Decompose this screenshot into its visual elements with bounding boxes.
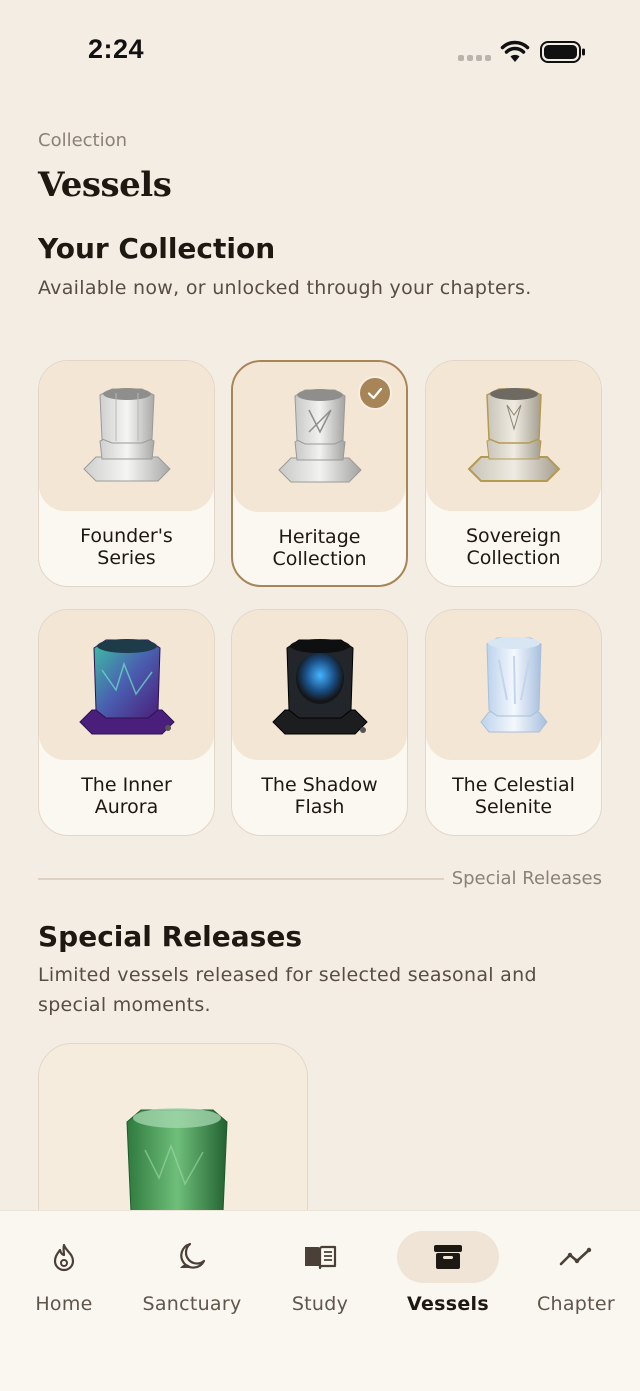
tab-sanctuary[interactable]: Sanctuary bbox=[128, 1229, 256, 1339]
flame-icon bbox=[53, 1243, 75, 1272]
archive-box-icon bbox=[434, 1245, 462, 1269]
bottom-tab-bar: Home Sanctuary Study Vessels Chapter bbox=[0, 1210, 640, 1391]
vessel-name: The Celestial Selenite bbox=[452, 774, 575, 818]
vessel-name: Heritage Collection bbox=[272, 526, 367, 570]
tab-label: Chapter bbox=[536, 1293, 616, 1315]
collection-section-title: Your Collection bbox=[38, 232, 276, 265]
vessel-card-heritage-collection[interactable]: Heritage Collection bbox=[231, 360, 408, 587]
vessel-card-founders-series[interactable]: Founder's Series bbox=[38, 360, 215, 587]
vessel-name: The Inner Aurora bbox=[81, 774, 172, 818]
moon-icon bbox=[180, 1242, 206, 1269]
vessel-card-inner-aurora[interactable]: The Inner Aurora bbox=[38, 609, 215, 836]
wifi-icon bbox=[500, 40, 530, 62]
vessel-card-celestial-selenite[interactable]: The Celestial Selenite bbox=[425, 609, 602, 836]
book-icon bbox=[305, 1245, 337, 1270]
divider-line bbox=[38, 878, 444, 880]
section-divider: Special Releases bbox=[38, 866, 602, 892]
tab-vessels[interactable]: Vessels bbox=[384, 1229, 512, 1339]
special-section-subtitle-line1: Limited vessels released for selected se… bbox=[38, 964, 537, 986]
cellular-signal-icon bbox=[458, 55, 491, 61]
selected-check-icon bbox=[358, 376, 392, 410]
tab-label: Vessels bbox=[407, 1293, 489, 1315]
page-title: Vessels bbox=[38, 165, 172, 205]
special-section-title: Special Releases bbox=[38, 920, 302, 953]
collection-section-subtitle: Available now, or unlocked through your … bbox=[38, 277, 532, 299]
vessel-image bbox=[232, 610, 407, 760]
vessel-card-shadow-flash[interactable]: The Shadow Flash bbox=[231, 609, 408, 836]
trend-line-icon bbox=[559, 1247, 592, 1266]
tab-label: Home bbox=[35, 1293, 93, 1315]
vessel-name: The Shadow Flash bbox=[261, 774, 378, 818]
vessel-image bbox=[426, 610, 601, 760]
tab-label: Study bbox=[291, 1293, 349, 1315]
status-bar: 2:24 bbox=[0, 0, 640, 100]
vessel-image bbox=[39, 361, 214, 511]
breadcrumb-eyebrow: Collection bbox=[38, 130, 128, 151]
divider-label: Special Releases bbox=[451, 868, 602, 889]
vessel-card-sovereign-collection[interactable]: Sovereign Collection bbox=[425, 360, 602, 587]
vessel-name: Sovereign Collection bbox=[465, 525, 562, 569]
status-time: 2:24 bbox=[88, 34, 145, 64]
tab-home[interactable]: Home bbox=[0, 1229, 128, 1339]
tab-chapter[interactable]: Chapter bbox=[512, 1229, 640, 1339]
special-section-subtitle-line2: special moments. bbox=[38, 994, 211, 1016]
vessel-image bbox=[39, 610, 214, 760]
vessel-image bbox=[426, 361, 601, 511]
battery-icon bbox=[540, 41, 585, 63]
tab-label: Sanctuary bbox=[142, 1293, 242, 1315]
tab-study[interactable]: Study bbox=[256, 1229, 384, 1339]
vessel-name: Founder's Series bbox=[80, 525, 173, 569]
